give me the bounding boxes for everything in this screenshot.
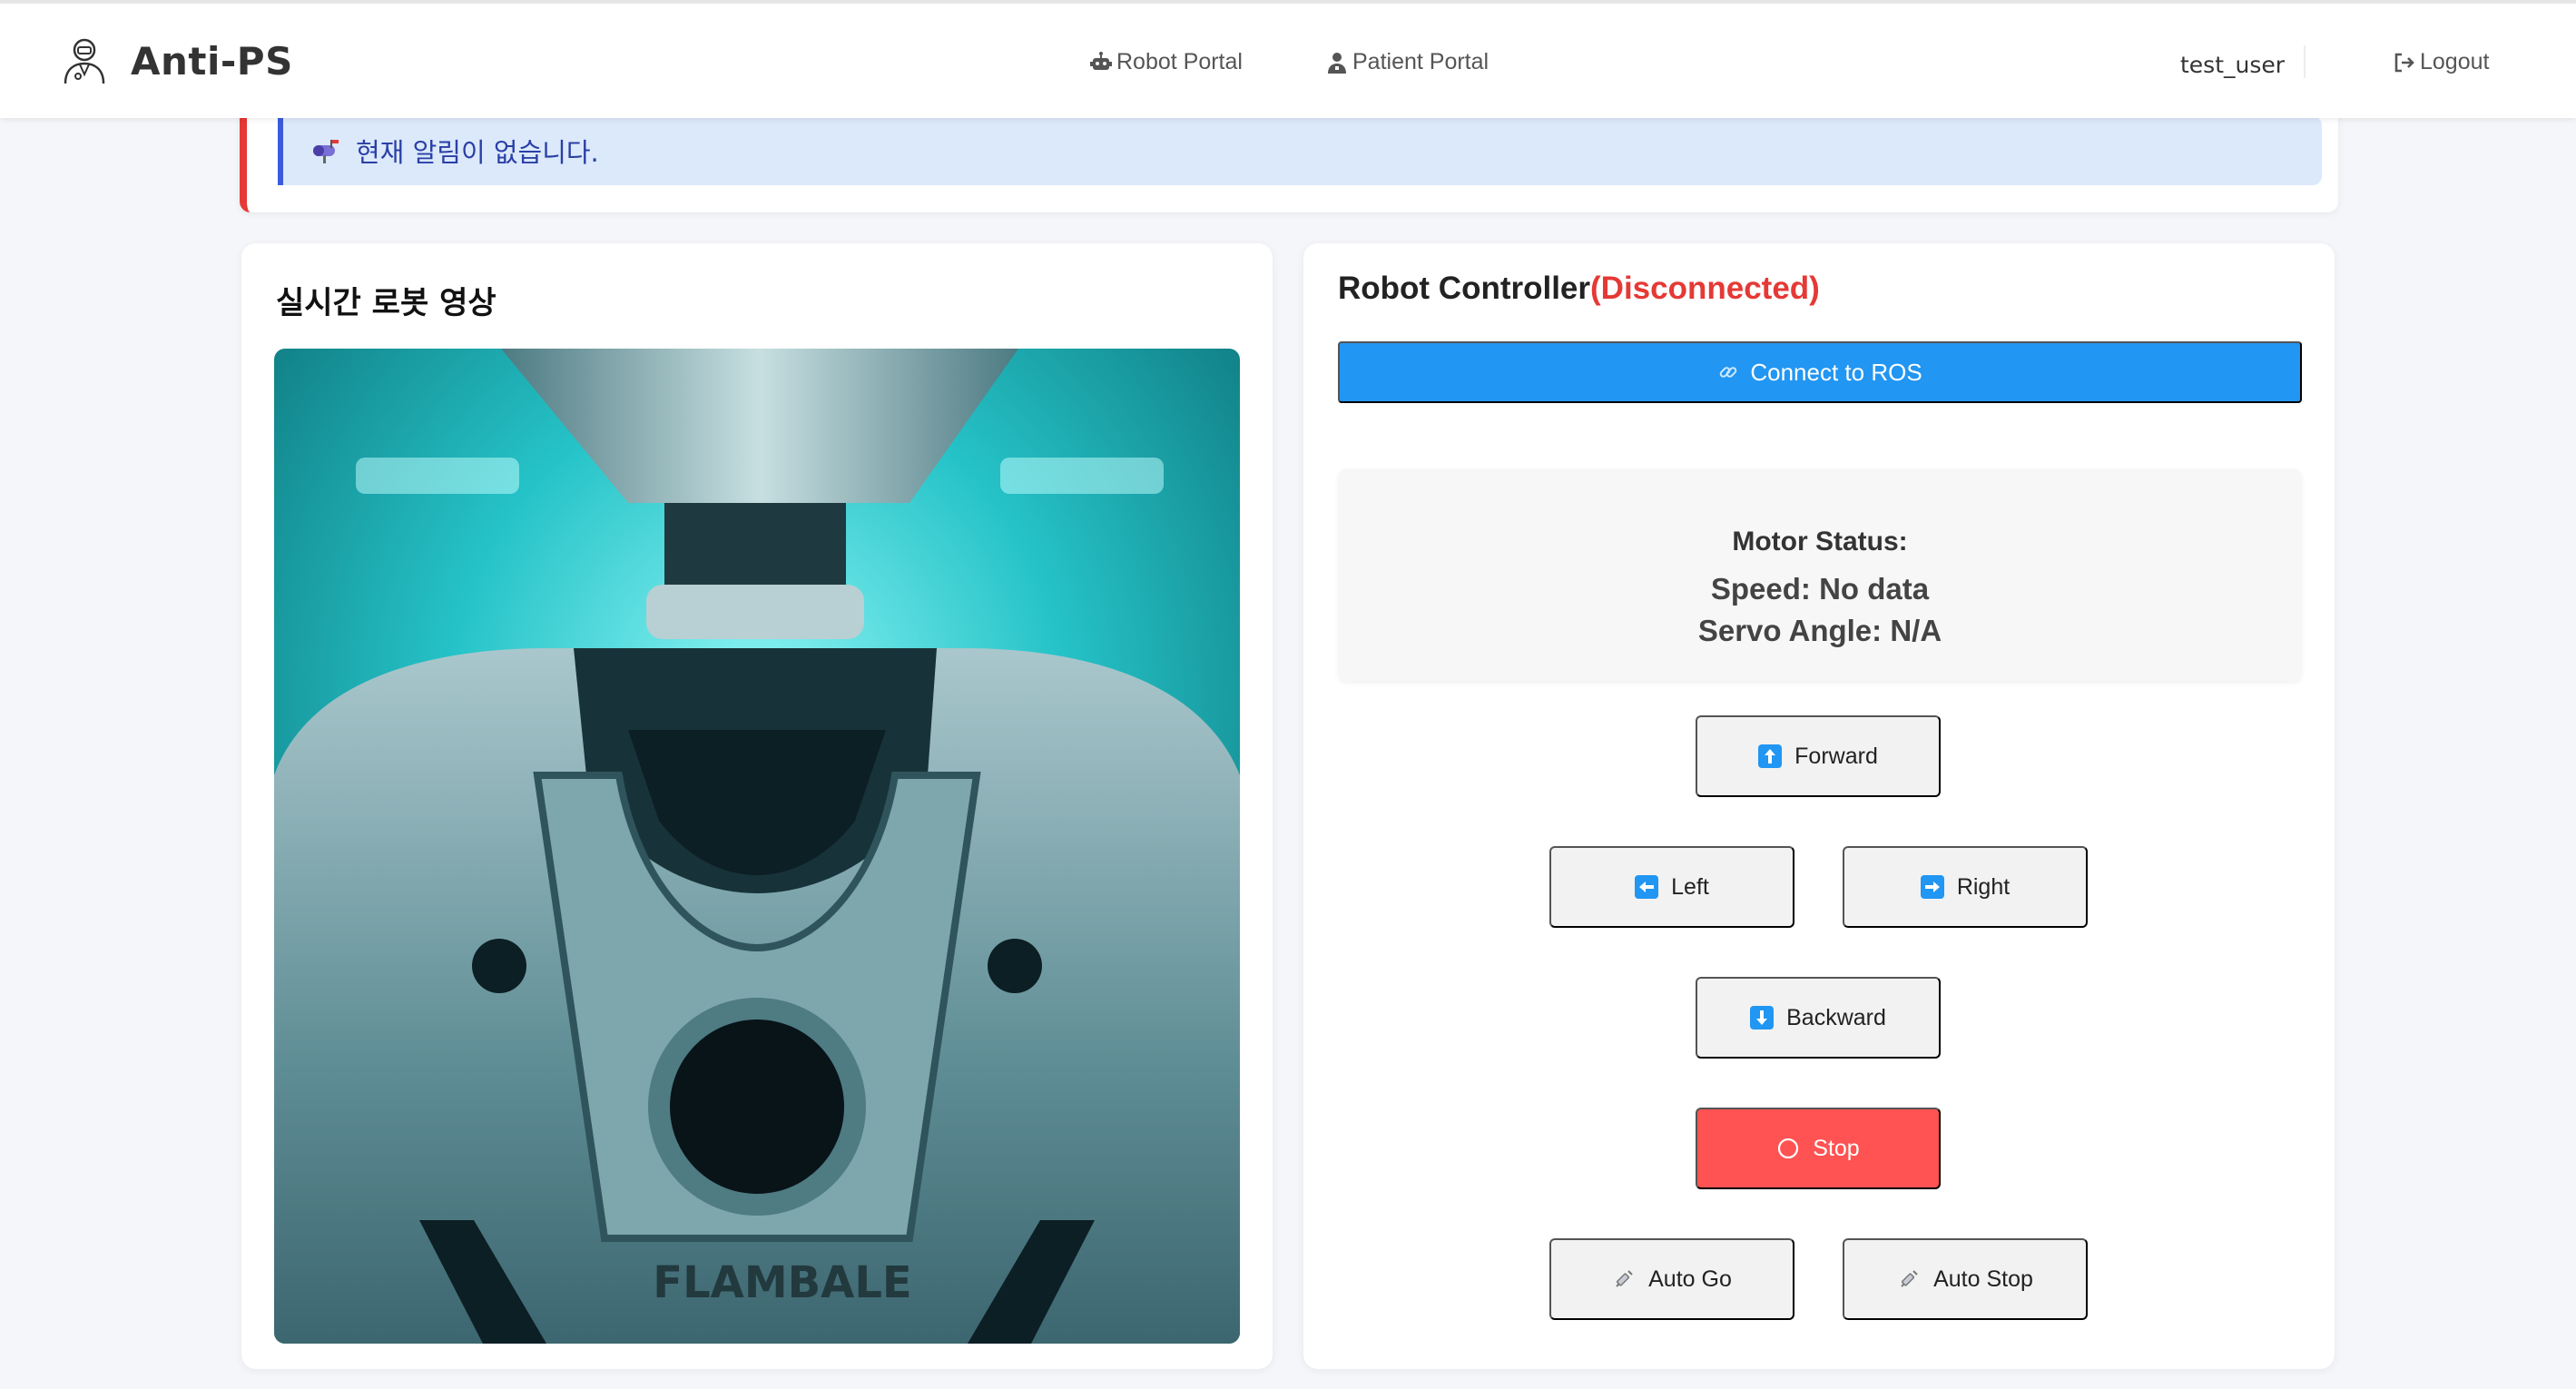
motor-servo-angle: Servo Angle: N/A xyxy=(1697,614,1942,647)
brand[interactable]: Anti-PS xyxy=(58,34,293,87)
auto-go-label: Auto Go xyxy=(1648,1266,1732,1292)
forward-label: Forward xyxy=(1794,743,1878,769)
stop-label: Stop xyxy=(1813,1135,1860,1161)
top-navbar: Anti-PS Robot Portal Patient Portal test… xyxy=(0,0,2576,118)
right-label: Right xyxy=(1956,873,2011,900)
syringe-icon xyxy=(1616,1270,1633,1287)
stop-circle-icon xyxy=(1778,1138,1799,1159)
controller-title-text: Robot Controller xyxy=(1338,271,1591,306)
nav-robot-portal-label: Robot Portal xyxy=(1116,49,1243,74)
mailbox-icon xyxy=(313,140,339,163)
controller-title: Robot Controller(Disconnected) xyxy=(1338,271,1820,307)
robot-controller-panel: Robot Controller(Disconnected) Connect t… xyxy=(1303,243,2335,1369)
stop-button[interactable]: Stop xyxy=(1696,1108,1941,1189)
auto-stop-button[interactable]: Auto Stop xyxy=(1843,1238,2088,1320)
right-button[interactable]: Right xyxy=(1843,846,2088,928)
nav-robot-portal[interactable]: Robot Portal xyxy=(1089,49,1243,75)
video-title: 실시간 로봇 영상 xyxy=(276,285,497,321)
logout-label: Logout xyxy=(2420,49,2490,74)
auto-stop-label: Auto Stop xyxy=(1933,1266,2033,1292)
robot-icon xyxy=(1090,51,1112,70)
arrow-right-icon xyxy=(1920,875,1944,899)
auto-go-button[interactable]: Auto Go xyxy=(1549,1238,1794,1320)
left-label: Left xyxy=(1671,873,1709,900)
backward-button[interactable]: Backward xyxy=(1696,977,1941,1059)
user-doctor-icon xyxy=(1328,52,1346,74)
logout-icon xyxy=(2394,53,2414,72)
left-button[interactable]: Left xyxy=(1549,846,1794,928)
arrow-down-icon xyxy=(1750,1006,1775,1029)
alert-message-box: 현재 알림이 없습니다. xyxy=(278,116,2322,185)
connect-ros-button[interactable]: Connect to ROS xyxy=(1338,341,2302,403)
connection-status: (Disconnected) xyxy=(1590,271,1820,306)
nav-divider xyxy=(2304,45,2306,78)
robot-video-stream: FLAMBALE xyxy=(274,349,1240,1344)
arrow-up-icon xyxy=(1758,744,1783,768)
arrow-left-icon xyxy=(1635,875,1659,899)
link-icon xyxy=(1720,367,1737,378)
robot-video-image: FLAMBALE xyxy=(274,349,1240,1344)
robot-chest-label: FLAMBALE xyxy=(653,1257,911,1308)
connect-ros-label: Connect to ROS xyxy=(1750,358,1922,386)
nav-patient-portal-label: Patient Portal xyxy=(1352,49,1490,74)
video-panel: 실시간 로봇 영상 FLAMBALE xyxy=(241,243,1273,1369)
alert-text: 현재 알림이 없습니다. xyxy=(356,137,599,168)
brand-name: Anti-PS xyxy=(131,38,293,84)
logout-link[interactable]: Logout xyxy=(2393,49,2489,75)
current-user: test_user xyxy=(2180,52,2286,78)
nav-patient-portal[interactable]: Patient Portal xyxy=(1325,49,1489,75)
syringe-icon xyxy=(1901,1270,1918,1287)
motor-status-heading: Motor Status: xyxy=(1732,527,1908,557)
forward-button[interactable]: Forward xyxy=(1696,715,1941,797)
motor-status-box: Motor Status: Speed: No data Servo Angle… xyxy=(1338,468,2302,681)
motor-speed: Speed: No data xyxy=(1710,572,1930,606)
doctor-logo-icon xyxy=(64,38,105,84)
backward-label: Backward xyxy=(1786,1004,1886,1030)
